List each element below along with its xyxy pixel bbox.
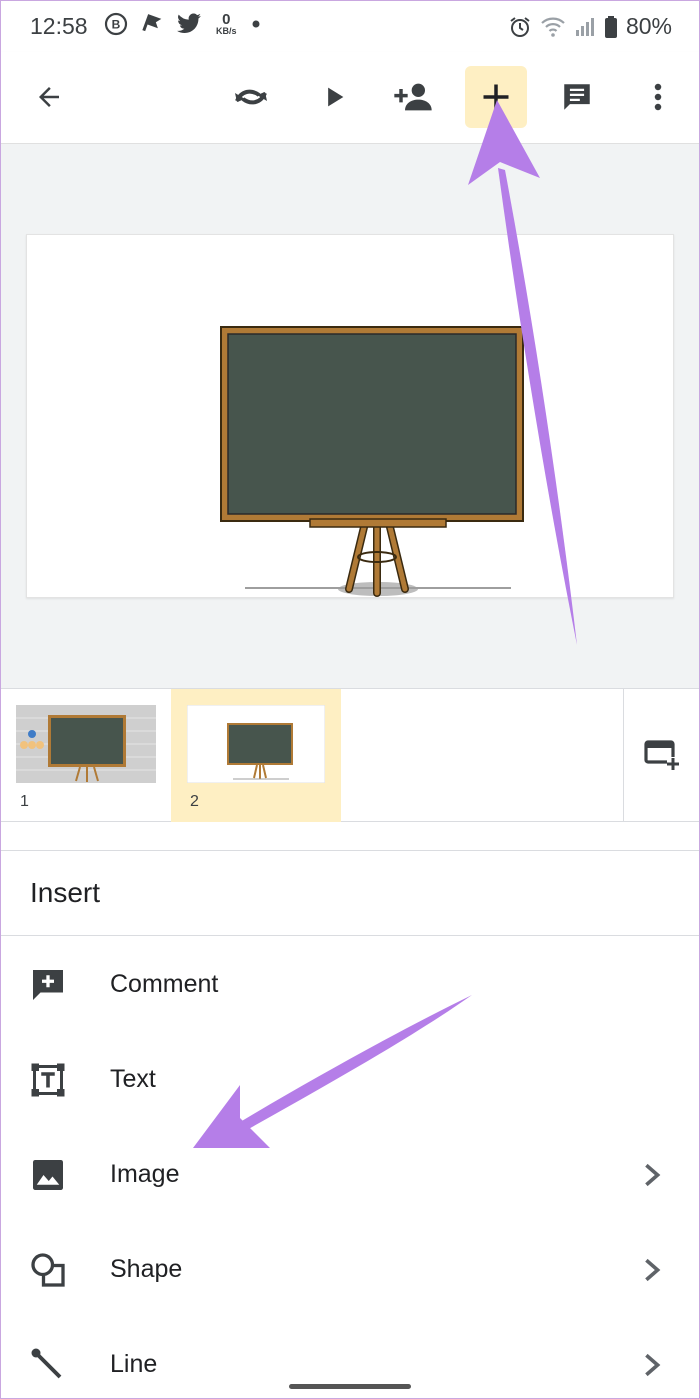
undo-button[interactable] — [220, 66, 282, 128]
comments-button[interactable] — [546, 66, 608, 128]
home-indicator[interactable] — [289, 1384, 411, 1389]
network-speed: 0 KB/s — [216, 11, 237, 36]
battery-icon — [604, 15, 617, 38]
plus-icon — [483, 84, 509, 110]
back-arrow-icon — [39, 87, 59, 107]
signal-icon — [575, 17, 594, 36]
battery-percent: 80% — [625, 13, 672, 39]
status-bar: 12:58 B 0 KB/s 80% — [0, 0, 700, 52]
add-person-icon — [394, 83, 432, 111]
slide-thumbnail-2[interactable]: 2 — [171, 689, 341, 822]
back-button[interactable] — [18, 66, 80, 128]
slide-filmstrip: 1 2 — [0, 688, 700, 822]
share-button[interactable] — [382, 66, 444, 128]
insert-bottom-sheet: Insert Comment Text Image Shape Line — [0, 850, 700, 1399]
insert-shape-item[interactable]: Shape — [0, 1222, 700, 1317]
insert-text-item[interactable]: Text — [0, 1032, 700, 1127]
more-options-button[interactable] — [627, 66, 689, 128]
b-badge-icon: B — [104, 12, 128, 36]
svg-text:B: B — [112, 18, 121, 32]
chevron-right-icon — [645, 1353, 661, 1377]
insert-button[interactable] — [465, 66, 527, 128]
chevron-right-icon — [645, 1163, 661, 1187]
slide-thumbnail-1[interactable]: 1 — [0, 689, 170, 822]
divider — [0, 935, 700, 936]
sheet-title: Insert — [30, 877, 101, 908]
play-icon — [328, 87, 344, 107]
slide-canvas — [0, 144, 700, 688]
undo-icon — [235, 89, 267, 105]
slide-number: 2 — [190, 793, 199, 810]
chevron-right-icon — [645, 1258, 661, 1282]
slide-1-preview — [16, 705, 156, 783]
text-box-icon — [30, 1062, 66, 1098]
dot-icon — [252, 20, 260, 28]
more-vert-icon — [654, 83, 662, 111]
insert-image-item[interactable]: Image — [0, 1127, 700, 1222]
flag-icon — [142, 14, 162, 32]
current-slide[interactable] — [26, 234, 674, 598]
new-slide-button[interactable] — [623, 689, 700, 822]
add-comment-icon — [30, 967, 66, 1003]
shape-icon — [30, 1252, 66, 1288]
image-icon — [30, 1157, 66, 1193]
insert-comment-item[interactable]: Comment — [0, 937, 700, 1032]
twitter-icon — [177, 13, 201, 33]
editor-toolbar — [0, 52, 700, 144]
status-time: 12:58 — [30, 13, 88, 39]
wifi-icon — [541, 17, 565, 37]
present-button[interactable] — [303, 66, 365, 128]
alarm-icon — [510, 16, 530, 37]
line-icon — [30, 1347, 66, 1383]
chalkboard-image[interactable] — [27, 235, 675, 599]
add-slide-icon — [644, 739, 680, 771]
slide-number: 1 — [20, 793, 29, 810]
slide-2-preview — [187, 705, 325, 783]
comment-icon — [564, 84, 590, 110]
